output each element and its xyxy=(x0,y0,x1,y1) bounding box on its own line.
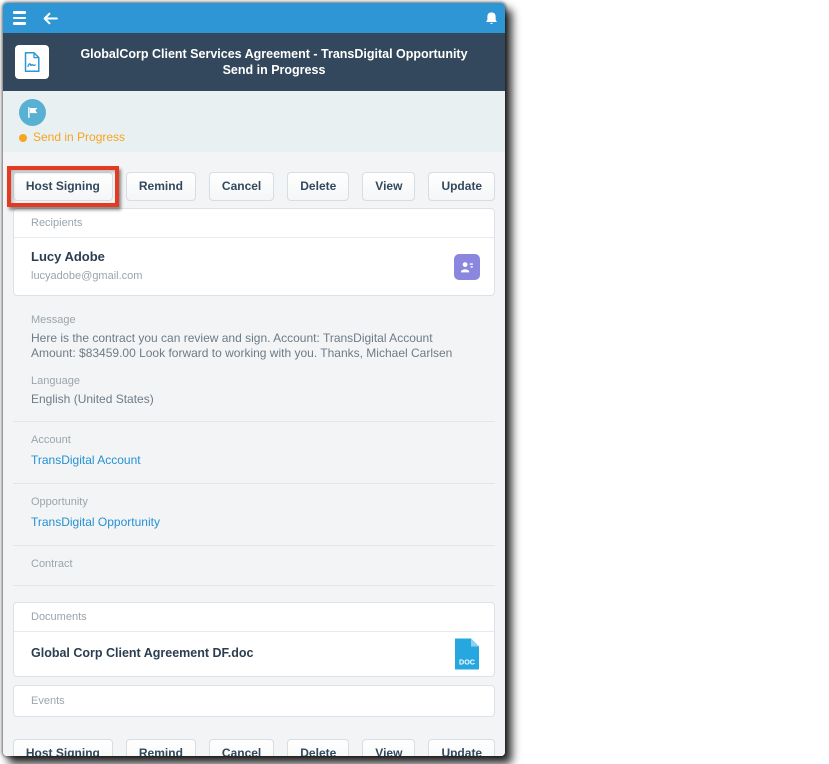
host-signing-button[interactable]: Host Signing xyxy=(13,172,113,201)
field-account: Account TransDigital Account xyxy=(13,434,495,483)
documents-card: Documents Global Corp Client Agreement D… xyxy=(13,602,495,677)
status-dot-icon xyxy=(19,134,27,142)
doc-file-icon[interactable]: DOC xyxy=(453,638,481,671)
events-header: Events xyxy=(14,686,494,716)
recipient-email: lucyadobe@gmail.com xyxy=(31,270,477,282)
cancel-button[interactable]: Cancel xyxy=(209,172,274,201)
field-language-value: English (United States) xyxy=(31,392,477,407)
view-button[interactable]: View xyxy=(362,172,415,201)
field-opportunity-label: Opportunity xyxy=(31,496,477,508)
remind-button[interactable]: Remind xyxy=(126,172,196,201)
documents-header: Documents xyxy=(14,603,494,632)
status-label: Send in Progress xyxy=(33,131,125,144)
agreement-document-icon xyxy=(15,45,49,79)
events-card: Events xyxy=(13,685,495,717)
action-button-row-bottom: Host Signing Remind Cancel Delete View U… xyxy=(3,739,505,756)
page-title: GlobalCorp Client Services Agreement - T… xyxy=(61,46,493,78)
document-list-item[interactable]: Global Corp Client Agreement DF.doc DOC xyxy=(14,632,494,676)
remind-button-bottom[interactable]: Remind xyxy=(126,739,196,756)
detail-fields: Message Here is the contract you can rev… xyxy=(13,296,495,586)
document-name: Global Corp Client Agreement DF.doc xyxy=(31,646,477,661)
field-message-value: Here is the contract you can review and … xyxy=(31,331,477,361)
page-title-line2: Send in Progress xyxy=(61,62,487,78)
screenshot-canvas: GlobalCorp Client Services Agreement - T… xyxy=(0,0,829,764)
account-link[interactable]: TransDigital Account xyxy=(31,453,141,467)
host-signing-highlight-wrap: Host Signing xyxy=(13,172,113,201)
action-button-row-top: Host Signing Remind Cancel Delete View U… xyxy=(3,172,505,201)
status-badge: Send in Progress xyxy=(19,131,489,144)
notification-bell-icon[interactable] xyxy=(484,11,499,26)
delete-button-bottom[interactable]: Delete xyxy=(287,739,349,756)
top-nav-bar xyxy=(3,3,505,33)
svg-text:DOC: DOC xyxy=(459,658,475,667)
record-header: GlobalCorp Client Services Agreement - T… xyxy=(3,33,505,91)
flag-icon xyxy=(19,99,46,126)
app-window: GlobalCorp Client Services Agreement - T… xyxy=(3,3,505,756)
contact-icon[interactable] xyxy=(454,254,480,280)
recipient-list-item[interactable]: Lucy Adobe lucyadobe@gmail.com xyxy=(14,238,494,295)
field-message-label: Message xyxy=(31,314,477,326)
recipient-name: Lucy Adobe xyxy=(31,250,477,264)
field-contract: Contract xyxy=(13,558,495,585)
view-button-bottom[interactable]: View xyxy=(362,739,415,756)
field-language-label: Language xyxy=(31,375,477,387)
back-arrow-icon[interactable] xyxy=(42,11,59,26)
field-divider xyxy=(13,421,495,422)
field-message: Message Here is the contract you can rev… xyxy=(13,314,495,375)
field-contract-label: Contract xyxy=(31,558,477,570)
field-account-label: Account xyxy=(31,434,477,446)
field-divider xyxy=(13,585,495,586)
hamburger-menu-icon[interactable] xyxy=(11,9,28,26)
recipients-header: Recipients xyxy=(14,209,494,238)
field-divider xyxy=(13,483,495,484)
opportunity-link[interactable]: TransDigital Opportunity xyxy=(31,515,160,529)
status-section: Send in Progress xyxy=(3,91,505,152)
field-opportunity: Opportunity TransDigital Opportunity xyxy=(13,496,495,545)
host-signing-button-bottom[interactable]: Host Signing xyxy=(13,739,113,756)
update-button-bottom[interactable]: Update xyxy=(428,739,495,756)
delete-button[interactable]: Delete xyxy=(287,172,349,201)
cancel-button-bottom[interactable]: Cancel xyxy=(209,739,274,756)
record-body: Host Signing Remind Cancel Delete View U… xyxy=(3,172,505,756)
recipients-card: Recipients Lucy Adobe lucyadobe@gmail.co… xyxy=(13,208,495,296)
field-divider xyxy=(13,545,495,546)
field-language: Language English (United States) xyxy=(13,375,495,421)
page-title-line1: GlobalCorp Client Services Agreement - T… xyxy=(80,47,467,61)
update-button[interactable]: Update xyxy=(428,172,495,201)
